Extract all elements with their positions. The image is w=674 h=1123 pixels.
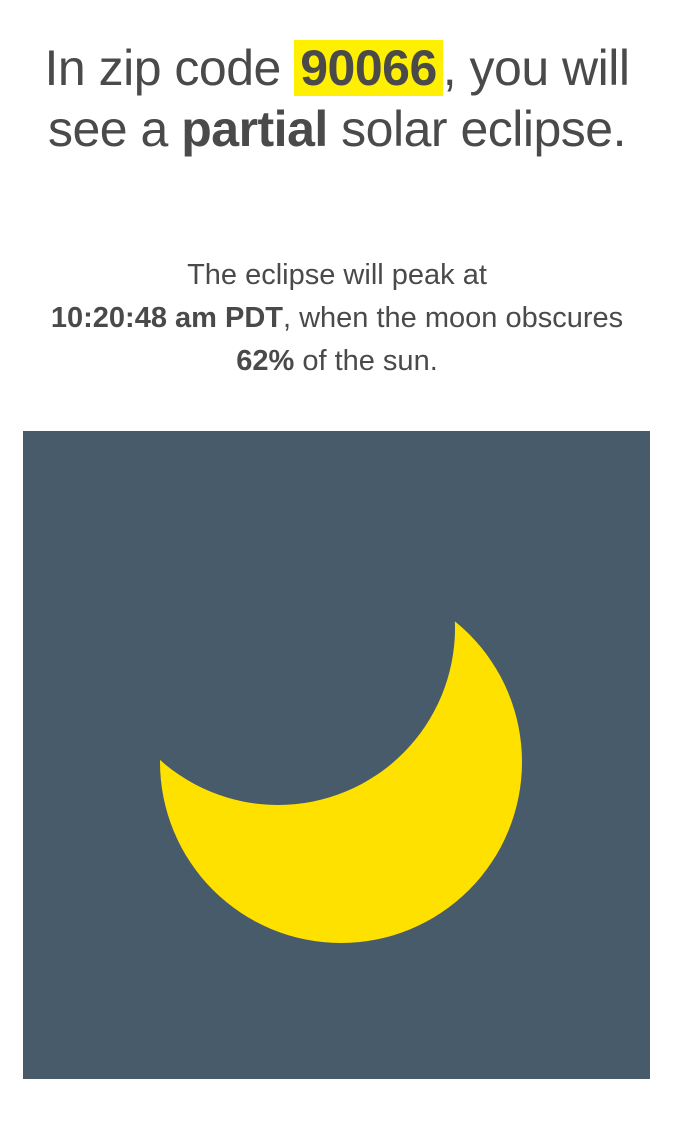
obscured-percent: 62% xyxy=(236,345,295,377)
details-middle: , when the moon obscures xyxy=(282,302,624,334)
eclipse-details: The eclipse will peak at 10:20:48 am PDT,… xyxy=(40,254,634,383)
eclipse-headline: In zip code 90066, you will see a partia… xyxy=(20,38,654,160)
headline-suffix: solar eclipse. xyxy=(327,101,626,157)
details-suffix: of the sun. xyxy=(294,345,438,377)
zip-code-highlight: 90066 xyxy=(294,40,443,96)
eclipse-svg xyxy=(23,431,650,1079)
eclipse-type: partial xyxy=(181,101,328,157)
sun-crescent xyxy=(160,581,522,943)
details-intro: The eclipse will peak at xyxy=(187,259,487,291)
eclipse-graphic xyxy=(23,431,650,1079)
headline-prefix: In zip code xyxy=(44,40,295,96)
peak-time: 10:20:48 am PDT xyxy=(50,302,283,334)
